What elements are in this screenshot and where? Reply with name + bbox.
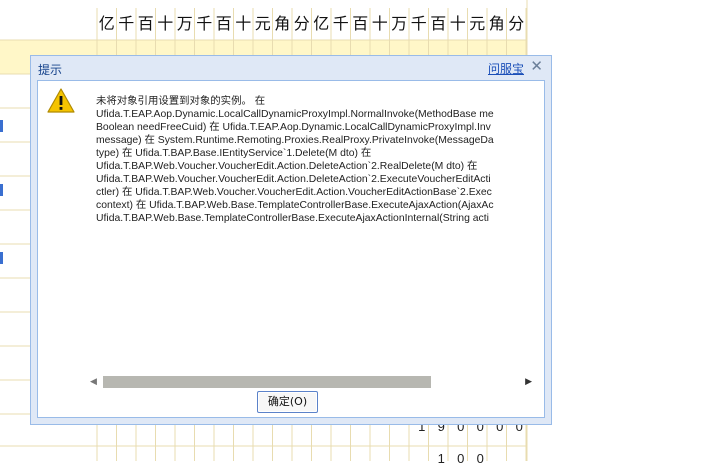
amount-digit	[510, 451, 530, 473]
amount-digit	[490, 451, 510, 473]
dialog-body: 未将对象引用设置到对象的实例。 在 Ufida.T.EAP.Aop.Dynamic…	[37, 80, 545, 418]
amount-digit: 0	[457, 451, 465, 466]
error-message-line: Ufida.T.EAP.Aop.Dynamic.LocalCallDynamic…	[96, 109, 494, 120]
error-message-line: Boolean needFreeCuid) 在 Ufida.T.EAP.Aop.…	[96, 122, 491, 133]
amount-digit	[412, 451, 432, 473]
warning-icon	[47, 88, 75, 113]
error-message-line: 未将对象引用设置到对象的实例。 在	[96, 96, 266, 107]
scroll-left-icon[interactable]: ◀	[90, 376, 97, 387]
scrollbar-thumb[interactable]	[103, 376, 431, 388]
error-message-line: ctler) 在 Ufida.T.BAP.Web.Voucher.Voucher…	[96, 187, 492, 198]
error-message-line: Ufida.T.BAP.Web.Voucher.VoucherEdit.Acti…	[96, 174, 491, 185]
error-message: 未将对象引用设置到对象的实例。 在 Ufida.T.EAP.Aop.Dynamic…	[96, 95, 536, 245]
scroll-right-icon[interactable]: ▶	[525, 376, 532, 387]
error-message-line: context) 在 Ufida.T.BAP.Web.Base.Template…	[96, 200, 494, 211]
error-dialog: 提示 问服宝 ✕ 未将对象引用设置到对象的实例。 在 Ufida.T.EAP.Ao…	[30, 55, 552, 425]
row-marker	[0, 120, 3, 132]
error-message-line: Ufida.T.BAP.Web.Base.TemplateControllerB…	[96, 213, 489, 224]
amount-digit: 1	[437, 451, 445, 466]
dialog-titlebar[interactable]: 提示 问服宝 ✕	[31, 56, 551, 79]
ok-button[interactable]: 确定(O)	[257, 391, 318, 413]
error-message-line: Ufida.T.BAP.Web.Voucher.VoucherEdit.Acti…	[96, 161, 478, 172]
dialog-title: 提示	[38, 63, 63, 77]
horizontal-scrollbar[interactable]: ◀ ▶	[90, 374, 538, 388]
error-message-line: type) 在 Ufida.T.BAP.Base.IEntityService`…	[96, 148, 372, 159]
close-icon[interactable]: ✕	[530, 58, 543, 76]
error-message-line: message) 在 System.Runtime.Remoting.Proxi…	[96, 135, 494, 146]
row-marker	[0, 252, 3, 264]
row-marker	[0, 184, 3, 196]
amount-cell-row-2: 100	[412, 451, 529, 473]
help-link[interactable]: 问服宝	[488, 60, 524, 77]
amount-digit: 0	[476, 451, 484, 466]
